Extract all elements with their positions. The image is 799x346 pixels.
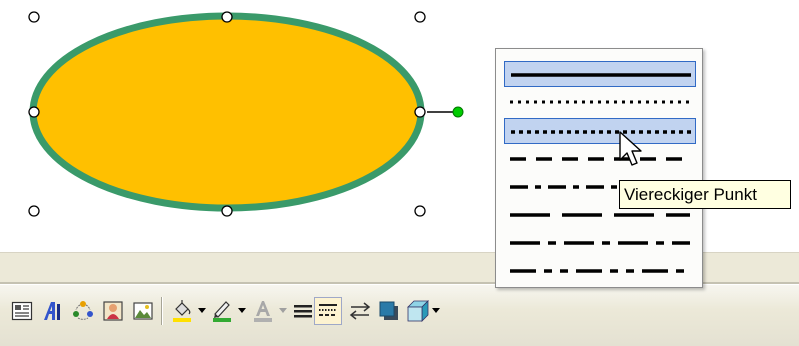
ellipse-shape[interactable] [29, 12, 425, 212]
resize-handle-bottom-left[interactable] [28, 205, 40, 217]
mouse-pointer-icon [619, 131, 642, 166]
picture-button[interactable] [129, 297, 157, 325]
diagram-button[interactable] [69, 297, 97, 325]
fill-color-icon [173, 300, 191, 322]
dash-style-square-dot[interactable] [504, 118, 696, 144]
resize-handle-bottom[interactable] [221, 205, 233, 217]
font-color-icon [254, 301, 272, 322]
font-color-button[interactable] [249, 297, 277, 325]
dash-long-dash-dot-line [510, 241, 690, 245]
toolbar-more-dropdown[interactable] [431, 297, 441, 325]
clipart-icon [103, 301, 123, 321]
arrow-style-icon [349, 302, 371, 320]
arrow-style-button[interactable] [346, 297, 374, 325]
chevron-down-icon [238, 308, 246, 313]
clipart-button[interactable] [99, 297, 127, 325]
dash-style-long-dash-dot[interactable] [504, 230, 696, 256]
chevron-down-icon [198, 308, 206, 313]
line-style-icon [294, 305, 312, 318]
dash-style-round-dot[interactable] [504, 89, 696, 115]
diagram-icon [73, 301, 93, 320]
resize-handle-top-right[interactable] [414, 11, 426, 23]
resize-handle-top[interactable] [221, 11, 233, 23]
tooltip: Viereckiger Punkt [619, 180, 791, 209]
toolbar-separator [161, 297, 163, 325]
drawing-toolbar [0, 284, 799, 346]
font-color-dropdown[interactable] [278, 297, 288, 325]
fill-color-dropdown[interactable] [197, 297, 207, 325]
text-box-button[interactable] [8, 297, 36, 325]
3d-button[interactable] [404, 297, 432, 325]
dash-style-solid[interactable] [504, 61, 696, 87]
chevron-down-icon [279, 308, 287, 313]
fill-color-button[interactable] [168, 297, 196, 325]
dash-style-button[interactable] [314, 297, 342, 325]
dash-round-dot-line [510, 100, 690, 104]
line-style-button[interactable] [289, 297, 317, 325]
dash-solid-line [511, 73, 691, 77]
resize-handle-left[interactable] [28, 106, 40, 118]
line-color-button[interactable] [208, 297, 236, 325]
dash-square-dot-line [511, 130, 691, 134]
resize-handle-right[interactable] [414, 106, 426, 118]
dash-dash-line [510, 157, 690, 161]
resize-handle-bottom-right[interactable] [414, 205, 426, 217]
wordart-icon [44, 302, 60, 320]
dash-style-menu [495, 48, 703, 288]
dash-style-dash[interactable] [504, 146, 696, 172]
shadow-icon [379, 301, 398, 320]
shadow-button[interactable] [375, 297, 403, 325]
line-color-dropdown[interactable] [237, 297, 247, 325]
dash-long-dash-dot-dot-line [510, 269, 690, 273]
chevron-down-icon [432, 308, 440, 313]
picture-icon [133, 302, 153, 320]
text-box-icon [11, 301, 33, 321]
3d-icon [407, 300, 429, 322]
line-color-icon [213, 301, 231, 322]
dash-style-icon [319, 304, 337, 316]
dash-style-long-dash-dot-dot[interactable] [504, 258, 696, 284]
wordart-button[interactable] [39, 297, 67, 325]
rotate-handle[interactable] [452, 106, 464, 118]
resize-handle-top-left[interactable] [28, 11, 40, 23]
